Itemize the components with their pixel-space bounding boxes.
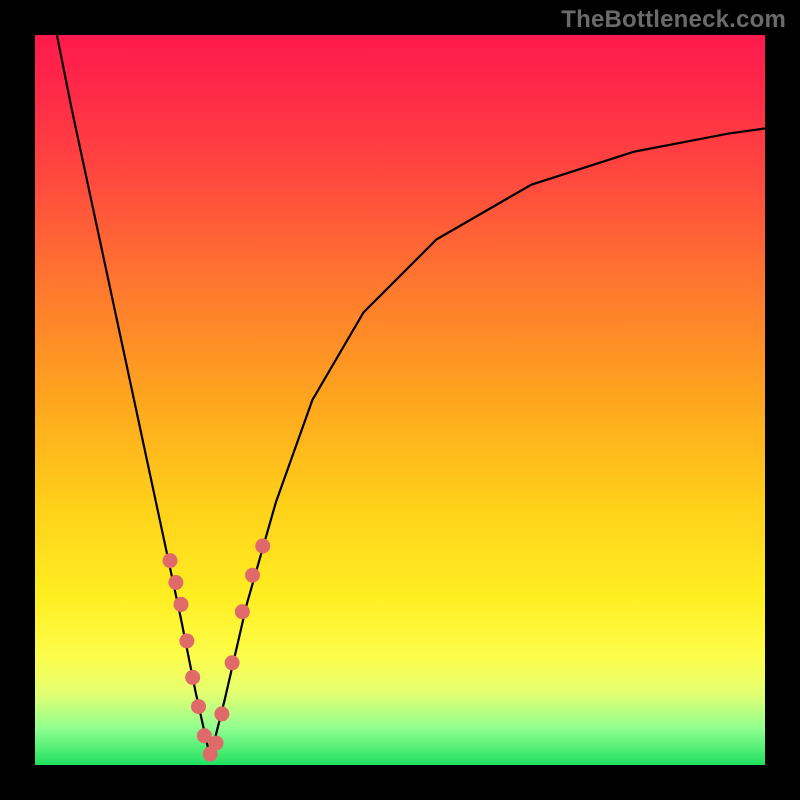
data-marker: [174, 597, 189, 612]
data-marker: [191, 699, 206, 714]
marker-group: [163, 539, 271, 762]
outer-frame: TheBottleneck.com: [0, 0, 800, 800]
curve-right-branch: [210, 128, 765, 757]
plot-area: [35, 35, 765, 765]
data-marker: [179, 633, 194, 648]
curve-left-branch: [57, 35, 210, 758]
chart-svg: [35, 35, 765, 765]
data-marker: [245, 568, 260, 583]
data-marker: [209, 736, 224, 751]
data-marker: [235, 604, 250, 619]
data-marker: [225, 655, 240, 670]
data-marker: [168, 575, 183, 590]
data-marker: [185, 670, 200, 685]
data-marker: [214, 706, 229, 721]
data-marker: [163, 553, 178, 568]
data-marker: [255, 539, 270, 554]
watermark-text: TheBottleneck.com: [561, 6, 786, 34]
